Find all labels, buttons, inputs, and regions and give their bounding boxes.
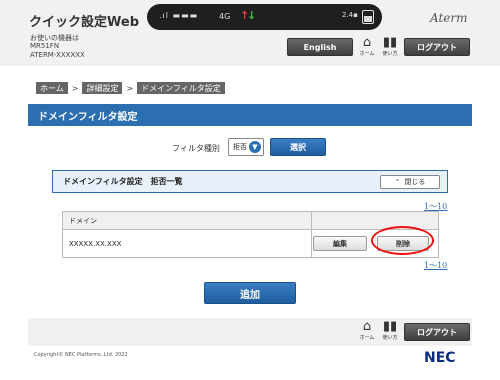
chevron-up-icon: ⌃ [394,178,401,186]
app-title: クイック設定Web [29,15,139,30]
add-button[interactable]: 追加 [204,282,296,304]
close-button[interactable]: ⌃ 閉じる [380,175,440,189]
english-button[interactable]: English [287,38,353,56]
chevron-down-icon: ▼ [249,141,261,153]
breadcrumb-separator: > [71,83,79,93]
table-header-row: ドメイン [61,211,439,230]
battery-icon [362,10,374,24]
footer-bar: ⌂ ホーム ▮▮ 使い方 ログアウト [28,318,472,346]
download-arrow-icon: ↓ [247,9,257,22]
nec-logo: NEC [424,350,456,366]
section-title: ドメインフィルタ設定 [28,104,472,126]
help-label: 使い方 [382,51,398,57]
breadcrumb-current: ドメインフィルタ設定 [137,82,225,94]
network-type: 4G [219,12,231,21]
brand-logo: Aterm [430,11,468,25]
breadcrumb: ホーム > 詳細設定 > ドメインフィルタ設定 [36,81,225,95]
filter-type-value: 拒否 [233,143,247,151]
copyright: Copyright© NEC Platforms, Ltd. 2022 [34,352,128,358]
home-icon: ⌂ [362,35,372,50]
actions-column-header [311,211,439,230]
footer-help-label: 使い方 [382,335,398,341]
logout-button[interactable]: ログアウト [404,38,470,56]
breadcrumb-advanced[interactable]: 詳細設定 [82,82,123,94]
domain-cell: XXXXX.XX.XXX [61,229,313,258]
home-button[interactable]: ⌂ ホーム [357,36,377,60]
select-button[interactable]: 選択 [270,138,326,156]
footer-help-button[interactable]: ▮▮ 使い方 [380,320,400,344]
device-ssid: ATERM-XXXXXX [30,51,85,59]
book-icon: ▮▮ [382,319,398,334]
book-icon: ▮▮ [382,35,398,50]
footer-logout-button[interactable]: ログアウト [404,323,470,341]
close-label: 閉じる [404,178,426,186]
home-label: ホーム [359,51,375,57]
device-model: MR51FN [30,42,60,50]
highlight-circle [371,226,434,255]
filter-type-select[interactable]: 拒否 ▼ [228,138,264,156]
home-icon: ⌂ [362,319,372,334]
header: クイック設定Web お使いの機器は MR51FN ATERM-XXXXXX .ı… [0,0,500,66]
footer-home-button[interactable]: ⌂ ホーム [357,320,377,344]
status-bar: .ıl ▬▬▬ 4G ↑ ↓ 2.4▪ [147,4,382,30]
pager-bottom[interactable]: 1〜10 [424,260,447,271]
status-indicator-icon: 2.4▪ [342,11,358,19]
footer-home-label: ホーム [359,335,375,341]
deny-list-title: ドメインフィルタ設定 拒否一覧 [63,177,183,186]
domain-column-header: ドメイン [61,211,313,230]
filter-type-label: フィルタ種別 [172,144,220,153]
edit-button[interactable]: 編集 [313,236,367,251]
help-button[interactable]: ▮▮ 使い方 [380,36,400,60]
signal-strength-icon: .ıl ▬▬▬ [159,11,199,20]
breadcrumb-home[interactable]: ホーム [36,82,68,94]
breadcrumb-separator: > [126,83,134,93]
